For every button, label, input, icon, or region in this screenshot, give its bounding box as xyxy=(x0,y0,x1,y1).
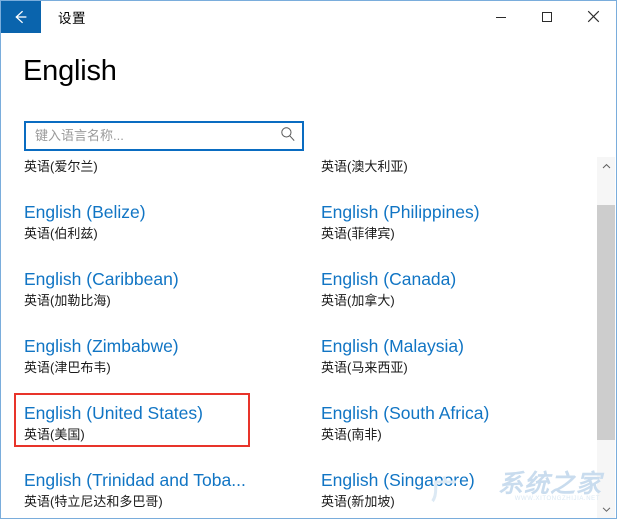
language-name-en: English (Canada) xyxy=(321,269,457,289)
language-item-english-canada[interactable]: English (Canada) 英语(加拿大) xyxy=(299,261,596,328)
language-item-english-zimbabwe[interactable]: English (Zimbabwe) 英语(津巴布韦) xyxy=(2,328,299,395)
table-row: English (Ireland) 英语(爱尔兰) English (Austr… xyxy=(2,157,596,194)
scrollbar-thumb[interactable] xyxy=(597,205,615,440)
language-name-zh: 英语(加拿大) xyxy=(321,293,395,308)
table-row: English (Caribbean) 英语(加勒比海) English (Ca… xyxy=(2,261,596,328)
minimize-icon xyxy=(495,11,507,23)
table-row: English (United States) 英语(美国) English (… xyxy=(2,395,596,462)
arrow-left-icon xyxy=(11,7,31,27)
language-name-zh: 英语(新加坡) xyxy=(321,494,395,509)
language-name-zh: 英语(特立尼达和多巴哥) xyxy=(24,494,163,509)
chevron-down-icon xyxy=(602,500,611,518)
maximize-button[interactable] xyxy=(524,1,570,32)
language-item-english-malaysia[interactable]: English (Malaysia) 英语(马来西亚) xyxy=(299,328,596,395)
language-name-en: English (Trinidad and Toba... xyxy=(24,470,246,490)
table-row: English (Belize) 英语(伯利兹) English (Philip… xyxy=(2,194,596,261)
window-title: 设置 xyxy=(58,11,86,26)
language-name-en: English (Caribbean) xyxy=(24,269,179,289)
language-name-zh: 英语(爱尔兰) xyxy=(24,159,98,174)
language-item-english-philippines[interactable]: English (Philippines) 英语(菲律宾) xyxy=(299,194,596,261)
search-icon xyxy=(280,126,296,147)
close-icon xyxy=(587,10,600,23)
scroll-up-button[interactable] xyxy=(597,157,615,175)
language-name-en: English (Philippines) xyxy=(321,202,480,222)
language-name-en: English (Malaysia) xyxy=(321,336,464,356)
language-name-zh: 英语(津巴布韦) xyxy=(24,360,111,375)
language-name-en: English (Belize) xyxy=(24,202,146,222)
language-name-zh: 英语(澳大利亚) xyxy=(321,159,408,174)
vertical-scrollbar[interactable] xyxy=(597,157,615,518)
language-list: English (Ireland) 英语(爱尔兰) English (Austr… xyxy=(2,157,615,518)
minimize-button[interactable] xyxy=(478,1,524,32)
language-item-english-singapore[interactable]: English (Singapore) 英语(新加坡) xyxy=(299,462,596,518)
scroll-down-button[interactable] xyxy=(597,500,615,518)
title-bar: 设置 xyxy=(1,1,616,33)
table-row: English (Trinidad and Toba... 英语(特立尼达和多巴… xyxy=(2,462,596,518)
chevron-up-icon xyxy=(602,157,611,175)
language-name-en: English (Zimbabwe) xyxy=(24,336,179,356)
close-button[interactable] xyxy=(570,1,616,32)
language-name-zh: 英语(美国) xyxy=(24,427,85,442)
language-name-en: English (United States) xyxy=(24,403,203,423)
search-input[interactable] xyxy=(26,124,274,148)
language-item-english-south-africa[interactable]: English (South Africa) 英语(南非) xyxy=(299,395,596,462)
language-name-zh: 英语(伯利兹) xyxy=(24,226,98,241)
language-name-zh: 英语(南非) xyxy=(321,427,382,442)
back-button[interactable] xyxy=(1,1,41,33)
settings-window: 设置 English 键入语言名称... 英语(爱尔兰) 英语(澳大利亚) En… xyxy=(0,0,617,519)
scrollbar-track[interactable] xyxy=(597,175,615,500)
language-name-zh: 英语(加勒比海) xyxy=(24,293,111,308)
language-item-english-trinidad-and-tobago[interactable]: English (Trinidad and Toba... 英语(特立尼达和多巴… xyxy=(2,462,299,518)
language-item-english-australia[interactable]: English (Australia) 英语(澳大利亚) xyxy=(299,157,596,194)
table-row: English (Zimbabwe) 英语(津巴布韦) English (Mal… xyxy=(2,328,596,395)
language-item-english-caribbean[interactable]: English (Caribbean) 英语(加勒比海) xyxy=(2,261,299,328)
language-name-zh: 英语(马来西亚) xyxy=(321,360,408,375)
page-title: English xyxy=(23,55,117,87)
search-box[interactable] xyxy=(24,121,304,151)
search-button[interactable] xyxy=(274,123,302,149)
language-list-scroll-content: English (Ireland) 英语(爱尔兰) English (Austr… xyxy=(2,157,596,518)
language-name-en: English (Singapore) xyxy=(321,470,475,490)
language-name-en: English (South Africa) xyxy=(321,403,490,423)
maximize-icon xyxy=(541,11,553,23)
language-name-zh: 英语(菲律宾) xyxy=(321,226,395,241)
language-item-english-belize[interactable]: English (Belize) 英语(伯利兹) xyxy=(2,194,299,261)
language-item-english-united-states[interactable]: English (United States) 英语(美国) xyxy=(2,395,299,462)
language-item-english-ireland[interactable]: English (Ireland) 英语(爱尔兰) xyxy=(2,157,299,194)
